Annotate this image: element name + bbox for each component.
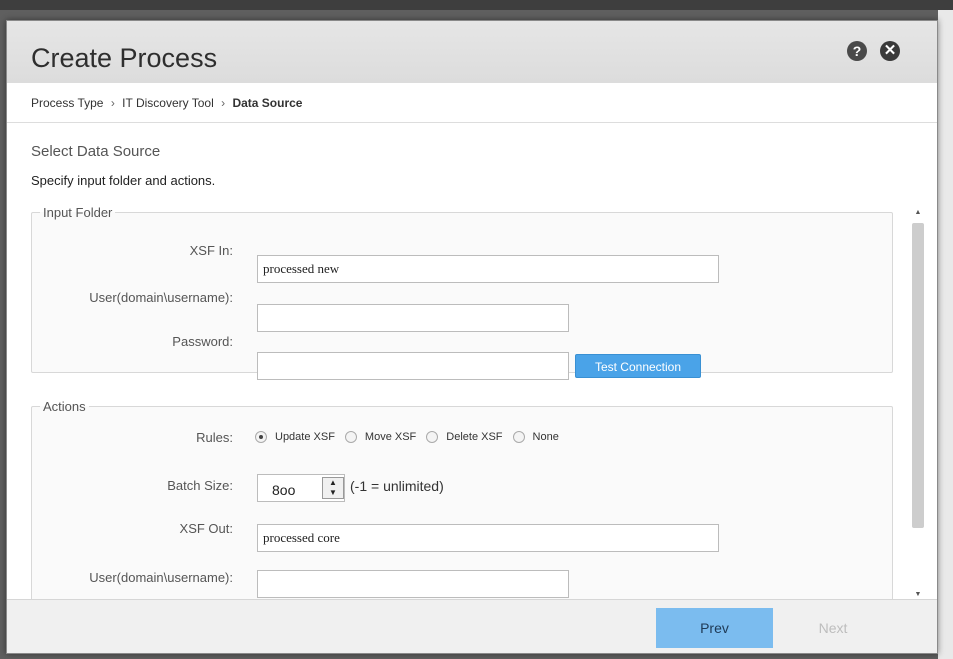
scroll-down-icon[interactable]: ▼: [913, 591, 923, 598]
input-folder-legend: Input Folder: [43, 205, 113, 220]
rule-label-delete-xsf[interactable]: Delete XSF: [446, 431, 502, 443]
rules-radio-group: Update XSF Move XSF Delete XSF None: [255, 431, 569, 443]
rule-radio-move-xsf[interactable]: [344, 431, 357, 443]
rule-radio-none[interactable]: [512, 431, 525, 443]
input-user-field[interactable]: [257, 304, 569, 332]
rule-label-move-xsf[interactable]: Move XSF: [365, 431, 416, 443]
test-connection-button[interactable]: Test Connection: [575, 354, 701, 378]
next-button: Next: [818, 620, 848, 636]
create-process-dialog: Create Process ? ✕ Process Type › IT Dis…: [6, 20, 938, 654]
close-icon[interactable]: ✕: [880, 41, 900, 61]
section-title: Select Data Source: [31, 143, 161, 160]
output-user-label: User(domain\username):: [89, 570, 233, 585]
actions-legend: Actions: [43, 399, 86, 414]
rule-label-update-xsf[interactable]: Update XSF: [275, 431, 335, 443]
batch-size-stepper[interactable]: 8oo ▲ ▼: [257, 474, 345, 502]
batch-size-hint: (-1 = unlimited): [350, 478, 444, 494]
section-description: Specify input folder and actions.: [31, 173, 216, 188]
breadcrumb-separator: ›: [110, 96, 115, 110]
dialog-footer: Prev Next: [7, 599, 937, 653]
spinner-arrows-icon[interactable]: ▲ ▼: [322, 477, 344, 499]
scroll-up-icon[interactable]: ▲: [913, 209, 923, 216]
background-window-strip: [0, 0, 953, 10]
actions-fieldset: Actions: [31, 399, 893, 599]
xsf-out-input[interactable]: processed core: [257, 524, 719, 552]
rule-label-none[interactable]: None: [533, 431, 559, 443]
xsf-in-input[interactable]: processed new: [257, 255, 719, 283]
password-label: Password:: [172, 334, 233, 349]
xsf-in-label: XSF In:: [189, 243, 233, 258]
output-user-field[interactable]: [257, 570, 569, 598]
dialog-title: Create Process: [31, 43, 218, 73]
prev-button[interactable]: Prev: [656, 608, 773, 648]
form-scrollbar[interactable]: ▲ ▼: [910, 209, 926, 601]
rule-radio-update-xsf[interactable]: [255, 431, 267, 443]
breadcrumb-item-data-source: Data Source: [232, 96, 303, 110]
background-window-edge: [938, 10, 953, 659]
rules-label: Rules:: [196, 430, 233, 445]
breadcrumb-item-process-type[interactable]: Process Type: [31, 96, 103, 110]
help-icon[interactable]: ?: [847, 41, 867, 61]
batch-size-label: Batch Size:: [167, 478, 233, 493]
scrollbar-thumb[interactable]: [912, 223, 924, 528]
breadcrumb: Process Type › IT Discovery Tool › Data …: [7, 83, 937, 123]
password-field[interactable]: [257, 352, 569, 380]
input-user-label: User(domain\username):: [89, 290, 233, 305]
form-scroll-area: Input Folder XSF In: processed new User(…: [7, 201, 937, 599]
xsf-out-label: XSF Out:: [179, 521, 233, 536]
breadcrumb-separator: ›: [221, 96, 226, 110]
breadcrumb-item-it-discovery-tool[interactable]: IT Discovery Tool: [122, 96, 214, 110]
batch-size-value[interactable]: 8oo: [272, 482, 295, 498]
dialog-header: Create Process ? ✕: [7, 21, 937, 83]
rule-radio-delete-xsf[interactable]: [426, 431, 439, 443]
